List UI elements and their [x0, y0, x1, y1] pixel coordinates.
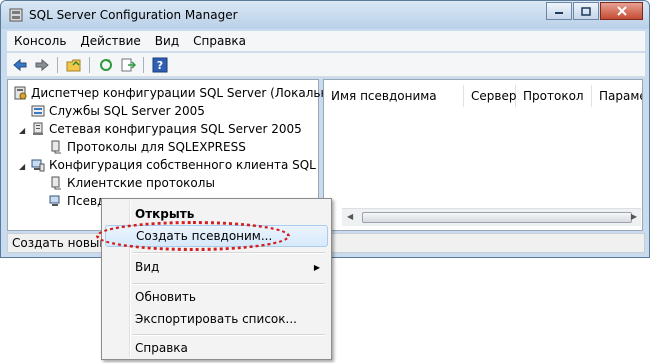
toolbar-separator — [143, 57, 144, 73]
refresh-icon[interactable] — [98, 57, 114, 73]
tree-item-client-config[interactable]: Конфигурация собственного клиента SQL — [31, 156, 316, 174]
title-bar[interactable]: SQL Server Configuration Manager — [1, 1, 649, 29]
tree-item-label: Диспетчер конфигурации SQL Server (Локал… — [31, 86, 351, 100]
back-arrow-icon[interactable] — [12, 57, 28, 73]
collapse-arrow-icon[interactable]: ◢ — [19, 126, 25, 135]
maximize-button[interactable] — [573, 2, 599, 20]
window-title: SQL Server Configuration Manager — [29, 8, 238, 22]
scroll-right-icon[interactable]: ▶ — [631, 212, 637, 221]
tree-item-label: Конфигурация собственного клиента SQL — [49, 158, 316, 172]
minimize-button[interactable] — [546, 2, 572, 20]
tree-item-config-manager[interactable]: Диспетчер конфигурации SQL Server (Локал… — [13, 84, 350, 102]
sql-config-app-icon — [9, 8, 23, 22]
client-protocols-icon — [51, 176, 61, 190]
tree-item-sqlexpress-protocols[interactable]: Протоколы для SQLEXPRESS — [49, 138, 246, 156]
maximize-icon — [581, 6, 591, 16]
menu-action[interactable]: Действие — [73, 34, 147, 48]
column-header-protocol[interactable]: Протокол — [516, 85, 592, 107]
close-icon — [616, 6, 627, 16]
tree-item-label: Клиентские протоколы — [67, 176, 215, 190]
column-header-parameters[interactable]: Параме — [592, 85, 642, 107]
client-config-icon — [31, 159, 45, 172]
menu-separator — [133, 252, 325, 254]
menu-separator — [133, 283, 325, 285]
help-icon[interactable]: ? — [152, 57, 168, 73]
toolbar-separator — [57, 57, 58, 73]
context-menu-refresh[interactable]: Обновить — [105, 286, 328, 308]
column-header-server[interactable]: Сервер — [464, 85, 516, 107]
up-folder-icon[interactable] — [66, 57, 82, 73]
tree-item-services[interactable]: Службы SQL Server 2005 — [31, 102, 205, 120]
tree-item-network-config[interactable]: Сетевая конфигурация SQL Server 2005 — [31, 120, 302, 138]
menu-console[interactable]: Консоль — [7, 34, 73, 48]
scroll-left-icon[interactable]: ◀ — [347, 212, 353, 221]
export-list-icon[interactable] — [120, 57, 136, 73]
server-manager-icon — [14, 86, 27, 100]
menu-bar: Консоль Действие Вид Справка — [7, 31, 645, 51]
network-config-icon — [33, 122, 43, 135]
context-menu-export-list[interactable]: Экспортировать список... — [105, 308, 328, 330]
context-menu-view[interactable]: Вид ▶ — [105, 256, 328, 278]
column-header-alias-name[interactable]: Имя псевдонима — [324, 85, 464, 107]
toolbar: ? — [7, 52, 645, 77]
forward-arrow-icon[interactable] — [34, 57, 50, 73]
scrollbar-thumb[interactable] — [362, 212, 632, 223]
minimize-icon — [555, 12, 563, 14]
aliases-icon — [49, 195, 60, 206]
menu-view[interactable]: Вид — [148, 34, 186, 48]
tree-item-client-protocols[interactable]: Клиентские протоколы — [49, 174, 215, 192]
menu-separator — [133, 334, 325, 336]
svg-text:?: ? — [157, 59, 163, 72]
status-text: Создать новый — [12, 236, 108, 250]
submenu-arrow-icon: ▶ — [313, 262, 320, 272]
tree-item-label: Протоколы для SQLEXPRESS — [67, 140, 246, 154]
close-button[interactable] — [600, 2, 643, 20]
context-menu-help[interactable]: Справка — [105, 337, 328, 359]
context-menu: Открыть Создать псевдоним... Вид ▶ Обнов… — [101, 198, 332, 360]
context-menu-view-label: Вид — [135, 260, 160, 274]
menu-help[interactable]: Справка — [186, 34, 253, 48]
toolbar-separator — [89, 57, 90, 73]
horizontal-scrollbar[interactable]: ◀ ▶ — [342, 208, 641, 226]
protocols-icon — [51, 140, 61, 154]
context-menu-open[interactable]: Открыть — [105, 203, 328, 225]
tree-item-label: Сетевая конфигурация SQL Server 2005 — [49, 122, 302, 136]
collapse-arrow-icon[interactable]: ◢ — [19, 162, 25, 171]
context-menu-create-alias[interactable]: Создать псевдоним... — [105, 225, 328, 247]
services-icon — [31, 105, 45, 117]
tree-item-label: Службы SQL Server 2005 — [49, 104, 205, 118]
